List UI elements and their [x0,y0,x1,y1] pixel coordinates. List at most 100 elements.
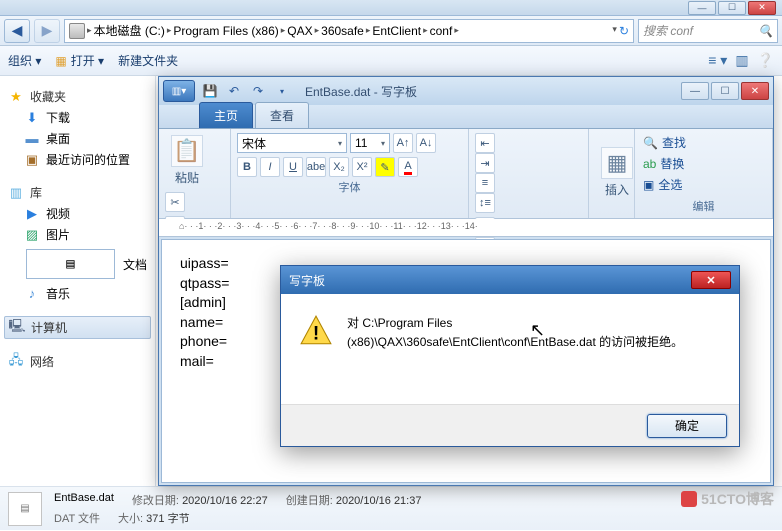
qat-dropdown-icon[interactable]: ▾ [271,81,293,101]
dialog-titlebar[interactable]: 写字板 ✕ [281,266,739,294]
error-dialog: 写字板 ✕ ! 对 C:\Program Files (x86)\QAX\360… [280,265,740,447]
star-icon: ★ [8,89,24,105]
save-icon[interactable]: 💾 [199,81,221,101]
refresh-icon[interactable]: ↻ [619,24,629,38]
crumb-seg[interactable]: QAX [287,24,312,38]
ruler[interactable]: ⌂· · ·1· · ·2· · ·3· · ·4· · ·5· · ·6· ·… [159,219,773,237]
crumb-seg[interactable]: EntClient [372,24,421,38]
select-all-icon: ▣ [643,178,654,192]
file-icon: ▤ [8,492,42,526]
tab-view[interactable]: 查看 [255,102,309,128]
computer-icon: 🖳 [9,320,25,336]
line-spacing-icon[interactable]: ↕≡ [475,193,495,213]
music-icon: ♪ [24,286,40,302]
wordpad-titlebar[interactable]: ▥▾ 💾 ↶ ↷ ▾ EntBase.dat - 写字板 — ☐ ✕ [159,77,773,105]
search-input[interactable]: 搜索 conf 🔍 [638,19,778,43]
organize-button[interactable]: 组织 ▾ [8,52,41,69]
watermark: 51CTO博客 [681,489,774,509]
crumb-seg[interactable]: 本地磁盘 (C:) [94,22,165,39]
preview-pane-button[interactable]: ▥ [735,52,748,69]
picture-icon: ▨ [24,227,40,243]
chevron-right-icon: ▸ [87,25,92,36]
crumb-seg[interactable]: Program Files (x86) [173,24,278,38]
new-folder-button[interactable]: 新建文件夹 [118,52,178,69]
open-icon: ▦ [55,54,66,68]
sidebar-item-videos[interactable]: ▶视频 [4,203,151,224]
wp-close-button[interactable]: ✕ [741,82,769,100]
sidebar-item-network[interactable]: 🖧网络 [4,351,151,372]
font-name-combo[interactable]: 宋体▾ [237,133,347,153]
dialog-close-button[interactable]: ✕ [691,271,731,289]
crumb-seg[interactable]: 360safe [321,24,364,38]
search-placeholder: 搜索 conf [643,22,693,39]
strike-button[interactable]: abe [306,157,326,177]
nav-forward-button[interactable]: ▶ [34,19,60,43]
font-size-combo[interactable]: 11▾ [350,133,390,153]
sidebar-item-documents[interactable]: ▤文档 [4,245,151,283]
highlight-button[interactable]: ✎ [375,157,395,177]
underline-button[interactable]: U [283,157,303,177]
help-button[interactable]: ❔ [757,52,774,69]
logo-icon [681,491,697,507]
search-icon: 🔍 [758,24,773,38]
open-button[interactable]: ▦ 打开 ▾ [55,52,104,69]
tab-home[interactable]: 主页 [199,102,253,128]
replace-button[interactable]: ab替换 [641,154,686,173]
sidebar-item-pictures[interactable]: ▨图片 [4,224,151,245]
sidebar-item-desktop[interactable]: ▬桌面 [4,128,151,149]
status-size: 371 字节 [146,513,189,525]
shrink-font-icon[interactable]: A↓ [416,133,436,153]
paste-button[interactable]: 📋 粘贴 [165,133,209,188]
select-all-button[interactable]: ▣全选 [641,175,684,194]
sidebar-item-computer[interactable]: 🖳计算机 [4,316,151,339]
bold-button[interactable]: B [237,157,257,177]
nav-sidebar: ★收藏夹 ⬇下载 ▬桌面 ▣最近访问的位置 ▥库 ▶视频 ▨图片 ▤文档 ♪音乐… [0,76,156,486]
status-moddate: 2020/10/16 22:27 [182,495,268,507]
video-icon: ▶ [24,206,40,222]
sidebar-item-downloads[interactable]: ⬇下载 [4,107,151,128]
ribbon: 📋 粘贴 ✂ ▥ 剪贴板 宋体▾ 11▾ [159,129,773,219]
maximize-button[interactable]: ☐ [718,1,746,15]
warning-icon: ! [299,314,333,348]
status-filetype: DAT 文件 [54,510,100,526]
library-icon: ▥ [8,185,24,201]
ribbon-tabs: 主页 查看 [159,105,773,129]
grow-font-icon[interactable]: A↑ [393,133,413,153]
undo-icon[interactable]: ↶ [223,81,245,101]
italic-button[interactable]: I [260,157,280,177]
minimize-button[interactable]: — [688,1,716,15]
redo-icon[interactable]: ↷ [247,81,269,101]
wp-minimize-button[interactable]: — [681,82,709,100]
dec-indent-icon[interactable]: ⇤ [475,133,495,153]
sidebar-item-music[interactable]: ♪音乐 [4,283,151,304]
view-options-button[interactable]: ≡ ▾ [708,52,727,69]
app-menu-button[interactable]: ▥▾ [163,80,195,102]
explorer-titlebar: — ☐ ✕ [0,0,782,16]
crumb-seg[interactable]: conf [430,24,453,38]
cut-icon[interactable]: ✂ [165,192,185,212]
libraries-header[interactable]: ▥库 [4,182,151,203]
replace-icon: ab [643,157,656,171]
wp-maximize-button[interactable]: ☐ [711,82,739,100]
status-createdate: 2020/10/16 21:37 [336,495,422,507]
desktop-icon: ▬ [24,131,40,147]
close-button[interactable]: ✕ [748,1,776,15]
ok-button[interactable]: 确定 [647,414,727,438]
sidebar-item-recent[interactable]: ▣最近访问的位置 [4,149,151,170]
dialog-title: 写字板 [289,272,325,289]
crumb-dropdown-icon[interactable]: ▾ [612,24,617,38]
subscript-button[interactable]: X₂ [329,157,349,177]
nav-back-button[interactable]: ◀ [4,19,30,43]
bullets-icon[interactable]: ≡ [475,173,495,193]
breadcrumb[interactable]: ▸ 本地磁盘 (C:)▸ Program Files (x86)▸ QAX▸ 3… [64,19,634,43]
font-color-button[interactable]: A [398,157,418,177]
group-label: 编辑 [641,196,766,214]
dialog-message: 对 C:\Program Files (x86)\QAX\360safe\Ent… [347,314,683,384]
download-icon: ⬇ [24,110,40,126]
insert-button[interactable]: ▦插入 [595,145,639,200]
inc-indent-icon[interactable]: ⇥ [475,153,495,173]
superscript-button[interactable]: X² [352,157,372,177]
network-icon: 🖧 [8,354,24,370]
favorites-header[interactable]: ★收藏夹 [4,86,151,107]
find-button[interactable]: 🔍查找 [641,133,688,152]
